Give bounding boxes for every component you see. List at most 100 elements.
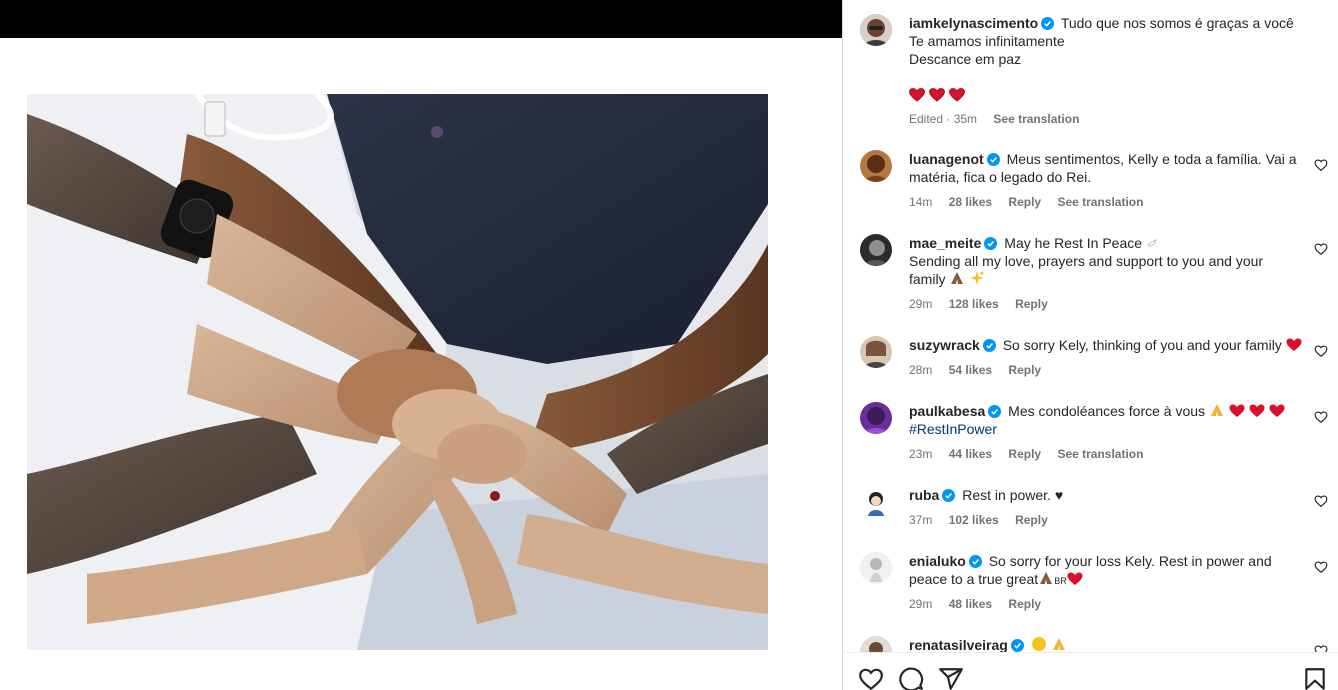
username[interactable]: renatasilveirag <box>909 637 1008 652</box>
see-translation-link[interactable]: See translation <box>1057 195 1143 209</box>
likes-count[interactable]: 48 likes <box>949 597 992 611</box>
username[interactable]: paulkabesa <box>909 403 985 419</box>
comment-like-heart-icon[interactable] <box>1314 158 1328 172</box>
username[interactable]: enialuko <box>909 553 966 569</box>
comment-like-heart-icon[interactable] <box>1314 644 1328 652</box>
comment-line-2: matéria, fica o legado do Rei. <box>909 169 1092 185</box>
comment-line-2: peace to a true great <box>909 571 1039 587</box>
comment-time: 29m <box>909 297 933 311</box>
sparkles-emoji-icon <box>969 270 985 286</box>
praying-hands-emoji-icon <box>1209 402 1225 418</box>
heart-outline-icon[interactable] <box>858 666 884 690</box>
comment-line-1: Rest in power. ♥ <box>962 487 1064 503</box>
avatar[interactable] <box>860 636 892 652</box>
reply-button[interactable]: Reply <box>1008 447 1041 461</box>
comment-like-heart-icon[interactable] <box>1314 344 1328 358</box>
caption-line-3: Descance em paz <box>909 51 1022 67</box>
comment-time: 23m <box>909 447 933 461</box>
heart-emoji-icon <box>948 88 965 102</box>
see-translation-link[interactable]: See translation <box>993 112 1079 126</box>
likes-count[interactable]: 28 likes <box>949 195 992 209</box>
comment-meta: 29m 128 likes Reply <box>909 296 1061 312</box>
comment-meta: 28m 54 likes Reply <box>909 362 1054 378</box>
verified-badge-icon <box>984 237 998 250</box>
avatar[interactable] <box>860 234 892 266</box>
caption-line-2: Te amamos infinitamente <box>909 33 1065 49</box>
comment-bubble-icon[interactable] <box>898 666 924 690</box>
caption-line-1: Tudo que nos somos é graças a você <box>1060 15 1294 31</box>
reply-button[interactable]: Reply <box>1015 297 1048 311</box>
comments-panel: iamkelynascimento Tudo que nos somos é g… <box>843 0 1338 690</box>
heart-emoji-icon <box>1269 404 1285 418</box>
reply-button[interactable]: Reply <box>1008 195 1041 209</box>
bookmark-icon[interactable] <box>1302 666 1328 690</box>
likes-count[interactable]: 128 likes <box>949 297 999 311</box>
verified-badge-icon <box>968 555 982 568</box>
comment-time: 37m <box>909 513 933 527</box>
comment-text: suzywrack So sorry Kely, thinking of you… <box>909 336 1309 354</box>
flag-br-label: BR <box>1054 576 1067 586</box>
avatar[interactable] <box>860 486 892 518</box>
face-emoji-icon <box>1031 636 1047 652</box>
likes-count[interactable]: 44 likes <box>949 447 992 461</box>
comment-line-1: So sorry Kely, thinking of you and your … <box>1002 337 1282 353</box>
heart-emoji-icon <box>1249 404 1265 418</box>
comment-text: renatasilveirag <box>909 636 1309 652</box>
paper-plane-icon[interactable] <box>938 666 964 690</box>
comment-line-1: Meus sentimentos, Kelly e toda a família… <box>1006 151 1297 167</box>
verified-badge-icon <box>986 153 1000 166</box>
dove-emoji-icon <box>1146 237 1159 250</box>
post-action-bar <box>843 652 1338 690</box>
comment-like-heart-icon[interactable] <box>1314 494 1328 508</box>
heart-emoji-icon <box>1067 572 1083 586</box>
post-photo-image <box>27 94 768 650</box>
comment-time: 28m <box>909 363 933 377</box>
comment-line-3: family <box>909 271 946 287</box>
comment-line-1: So sorry for your loss Kely. Rest in pow… <box>988 553 1272 569</box>
comment-meta: 29m 48 likes Reply <box>909 596 1054 612</box>
heart-emoji-icon <box>909 88 925 102</box>
edited-time: Edited · 35m <box>909 112 978 126</box>
heart-emoji-icon <box>928 88 945 102</box>
verified-badge-icon <box>1041 17 1055 30</box>
verified-badge-icon <box>1010 639 1024 652</box>
comment-text: enialuko So sorry for your loss Kely. Re… <box>909 552 1309 590</box>
comment-like-heart-icon[interactable] <box>1314 242 1328 256</box>
comment-text: mae_meite May he Rest In Peace Sending a… <box>909 234 1309 288</box>
comment-text: luanagenot Meus sentimentos, Kelly e tod… <box>909 150 1309 186</box>
username[interactable]: suzywrack <box>909 337 980 353</box>
avatar[interactable] <box>860 552 892 584</box>
avatar[interactable] <box>860 14 892 46</box>
avatar[interactable] <box>860 402 892 434</box>
avatar[interactable] <box>860 150 892 182</box>
post-photo[interactable] <box>27 94 768 650</box>
reply-button[interactable]: Reply <box>1015 513 1048 527</box>
heart-emoji-icon <box>1286 338 1302 352</box>
comment-like-heart-icon[interactable] <box>1314 560 1328 574</box>
likes-count[interactable]: 54 likes <box>949 363 992 377</box>
username[interactable]: luanagenot <box>909 151 984 167</box>
reply-button[interactable]: Reply <box>1008 597 1041 611</box>
comment-line-1: May he Rest In Peace <box>1004 235 1143 251</box>
verified-badge-icon <box>988 405 1002 418</box>
comment-meta: 37m 102 likes Reply <box>909 512 1061 528</box>
comment-text: ruba Rest in power. ♥ <box>909 486 1309 504</box>
comment-time: 14m <box>909 195 933 209</box>
media-panel <box>0 0 842 690</box>
caption-text: iamkelynascimento Tudo que nos somos é g… <box>909 14 1309 104</box>
username[interactable]: ruba <box>909 487 939 503</box>
comment-like-heart-icon[interactable] <box>1314 410 1328 424</box>
comment-text: paulkabesa Mes condoléances force à vous… <box>909 402 1309 438</box>
verified-badge-icon <box>982 339 996 352</box>
verified-badge-icon <box>942 489 956 502</box>
hashtag-link[interactable]: #RestInPower <box>909 421 997 437</box>
comments-scroll-area[interactable]: iamkelynascimento Tudo que nos somos é g… <box>843 0 1338 652</box>
likes-count[interactable]: 102 likes <box>949 513 999 527</box>
caption-meta: Edited · 35m See translation <box>909 111 1092 127</box>
avatar[interactable] <box>860 336 892 368</box>
username[interactable]: iamkelynascimento <box>909 15 1038 31</box>
reply-button[interactable]: Reply <box>1008 363 1041 377</box>
see-translation-link[interactable]: See translation <box>1057 447 1143 461</box>
comment-time: 29m <box>909 597 933 611</box>
username[interactable]: mae_meite <box>909 235 981 251</box>
